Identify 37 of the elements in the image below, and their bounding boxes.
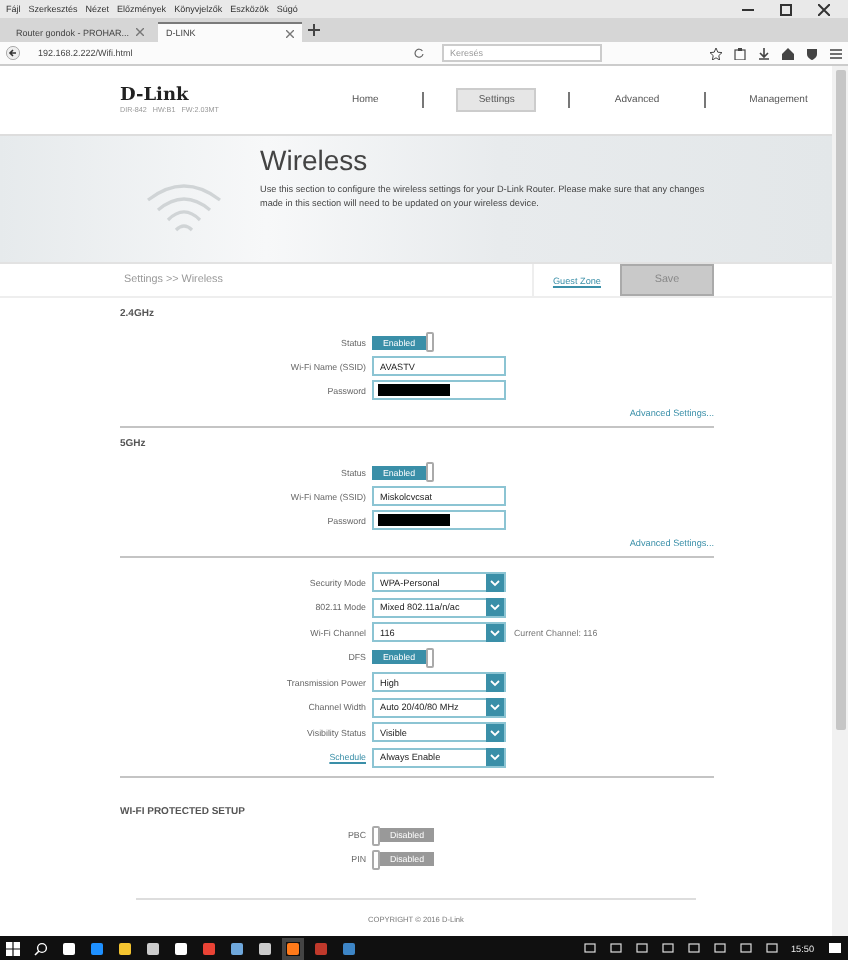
tray-icon[interactable] bbox=[609, 942, 621, 954]
back-icon[interactable] bbox=[6, 46, 20, 60]
chevron-down-icon[interactable] bbox=[486, 598, 504, 616]
home-icon[interactable] bbox=[782, 47, 794, 59]
tray-icon[interactable] bbox=[713, 942, 725, 954]
minimize-icon[interactable] bbox=[742, 3, 754, 15]
page-title: Wireless bbox=[260, 144, 370, 176]
reload-icon[interactable] bbox=[414, 48, 424, 58]
app-icon[interactable] bbox=[286, 941, 300, 955]
chevron-down-icon[interactable] bbox=[486, 673, 504, 691]
notification-icon[interactable] bbox=[828, 941, 842, 955]
password-field[interactable] bbox=[372, 380, 506, 400]
menu-icon[interactable] bbox=[830, 47, 842, 59]
chevron-down-icon[interactable] bbox=[486, 573, 504, 591]
tray-icon[interactable] bbox=[687, 942, 699, 954]
password-field[interactable] bbox=[372, 510, 506, 530]
tray-icon[interactable] bbox=[635, 942, 647, 954]
chevron-down-icon[interactable] bbox=[486, 723, 504, 741]
tray-icon[interactable] bbox=[739, 942, 751, 954]
tray-icon[interactable] bbox=[765, 942, 777, 954]
scroll-thumb[interactable] bbox=[835, 70, 845, 730]
close-icon[interactable] bbox=[818, 3, 830, 15]
tray-icon[interactable] bbox=[661, 942, 673, 954]
new-tab-icon[interactable] bbox=[308, 24, 320, 36]
chevron-down-icon[interactable] bbox=[486, 623, 504, 641]
clipboard-icon[interactable] bbox=[734, 47, 746, 59]
search-icon[interactable] bbox=[34, 941, 48, 955]
tray-icon[interactable] bbox=[583, 942, 595, 954]
windows-start-icon[interactable] bbox=[6, 941, 20, 955]
chevron-down-icon[interactable] bbox=[486, 698, 504, 716]
chevron-down-icon[interactable] bbox=[486, 748, 504, 766]
download-icon[interactable] bbox=[758, 47, 770, 59]
maximize-icon[interactable] bbox=[780, 3, 792, 15]
logo: D-Link bbox=[120, 86, 191, 106]
scrollbar[interactable] bbox=[832, 66, 848, 936]
shield-icon[interactable] bbox=[806, 47, 818, 59]
star-icon[interactable] bbox=[710, 47, 722, 59]
